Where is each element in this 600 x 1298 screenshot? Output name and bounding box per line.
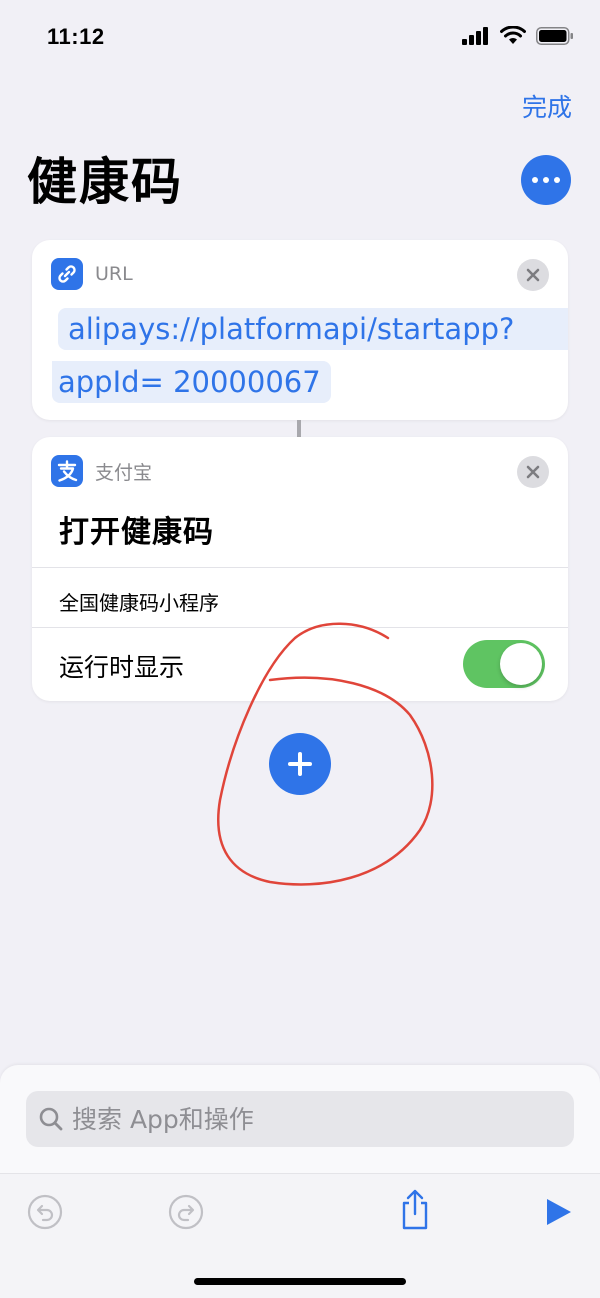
divider [32, 627, 568, 628]
search-input[interactable] [72, 1104, 552, 1134]
cellular-signal-icon [462, 26, 488, 45]
add-action-button[interactable] [269, 733, 331, 795]
status-time: 11:12 [47, 24, 105, 49]
bottom-panel [0, 1065, 600, 1298]
shortcut-editor-screen: 11:12 完成 健康码 URL alipays://platformapi/s… [0, 0, 600, 1298]
redo-button[interactable] [166, 1192, 206, 1232]
alipay-action-label: 支付宝 [95, 461, 153, 484]
play-icon [547, 1199, 571, 1225]
undo-button[interactable] [25, 1192, 65, 1232]
alipay-action-card[interactable]: 支付宝 打开健康码 全国健康码小程序 运行时显示 [32, 437, 568, 701]
share-button[interactable] [395, 1188, 435, 1230]
ellipsis-icon [532, 177, 538, 183]
toggle-knob [500, 643, 542, 685]
undo-icon [27, 1194, 63, 1230]
home-indicator [194, 1278, 406, 1285]
url-action-header: URL [51, 258, 133, 290]
url-value-line-2[interactable]: appId= 20000067 [52, 361, 331, 403]
link-icon [51, 258, 83, 290]
action-connector [297, 420, 301, 437]
done-button[interactable]: 完成 [522, 88, 572, 124]
close-icon [526, 465, 540, 479]
show-when-run-toggle[interactable] [463, 640, 545, 688]
ellipsis-dot [543, 177, 549, 183]
remove-url-action-button[interactable] [517, 259, 549, 291]
url-value-line-1[interactable]: alipays://platformapi/startapp? [58, 308, 568, 350]
url-action-label: URL [95, 263, 133, 285]
mini-program-parameter[interactable]: 全国健康码小程序 [59, 587, 219, 616]
ellipsis-dot [554, 177, 560, 183]
status-icons [462, 26, 574, 45]
remove-alipay-action-button[interactable] [517, 456, 549, 488]
more-options-button[interactable] [521, 155, 571, 205]
status-bar: 11:12 [0, 0, 600, 70]
battery-icon [536, 26, 573, 45]
divider [32, 567, 568, 568]
search-icon [39, 1107, 63, 1131]
url-action-card[interactable]: URL alipays://platformapi/startapp? appI… [32, 240, 568, 420]
close-icon [526, 268, 540, 282]
alipay-action-title: 打开健康码 [59, 515, 214, 550]
alipay-action-header: 支付宝 [51, 455, 152, 487]
search-bar[interactable] [26, 1091, 574, 1147]
alipay-icon [51, 455, 83, 487]
wifi-icon [500, 26, 526, 44]
show-when-run-label: 运行时显示 [59, 653, 185, 682]
run-button[interactable] [538, 1192, 578, 1232]
page-title[interactable]: 健康码 [27, 142, 183, 214]
redo-icon [168, 1194, 204, 1230]
share-icon [402, 1189, 428, 1230]
